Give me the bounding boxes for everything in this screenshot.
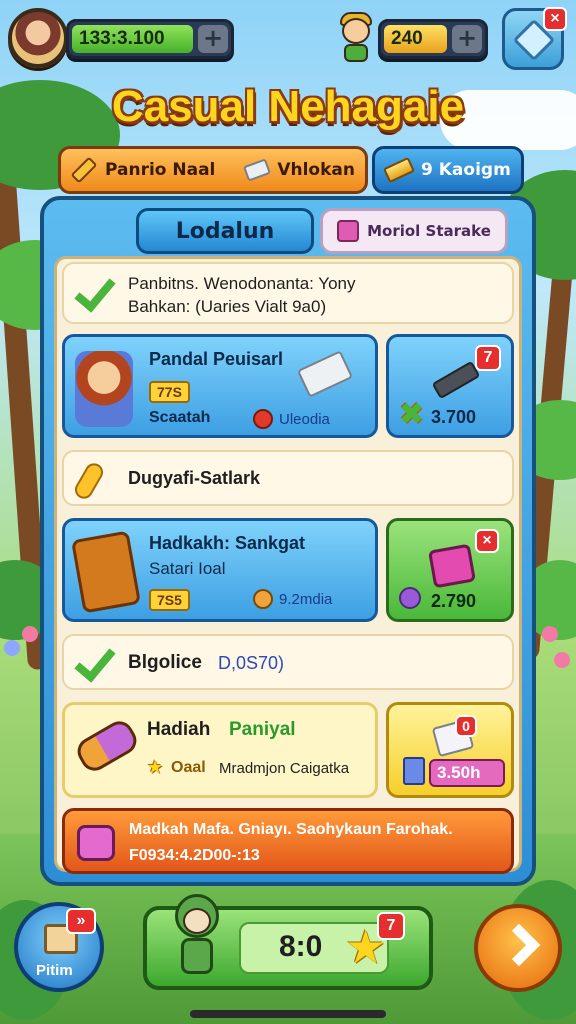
resource-bar-1: 133:3.100 + xyxy=(66,19,234,59)
card1-label: Scaatah xyxy=(149,409,211,426)
apple-icon xyxy=(253,409,273,429)
side-card-3[interactable]: 0 3.50h xyxy=(386,702,514,798)
cross-icon: ✖ xyxy=(399,397,425,432)
card1-title: Pandal Peuisarl xyxy=(149,349,284,369)
notice-row: Panbitns. Wenodonanta: Yony Bahkan: (Uar… xyxy=(62,262,514,324)
heart-icon xyxy=(253,589,273,609)
card3-label-a: Oaal xyxy=(171,759,206,776)
card3-title-a: Hadiah xyxy=(147,719,211,740)
score-panel[interactable]: 8:0 ★ 7 xyxy=(143,894,433,990)
gem-icon xyxy=(399,587,421,609)
next-button[interactable] xyxy=(474,904,562,992)
reward-card-1[interactable]: Pandal Peuisarl 77S Scaatah Uleodia xyxy=(62,334,378,438)
tab-panrio[interactable]: Panrio Naal xyxy=(105,160,237,180)
home-indicator xyxy=(190,1010,386,1018)
side-card-1-badge: 7 xyxy=(475,345,501,371)
arrow-right-icon xyxy=(497,923,541,967)
eraser-icon xyxy=(296,350,354,398)
card2-title: Hadkakh: Sankgat xyxy=(149,533,306,553)
subtab-moriol[interactable]: Moriol Starake xyxy=(320,208,508,254)
resource-bar-2: 240 + xyxy=(378,19,488,59)
card2-sub: 9.2mdia xyxy=(279,591,333,608)
character-icon xyxy=(75,351,133,427)
book-icon xyxy=(71,530,141,614)
section-2-label: Blgolice xyxy=(128,652,202,673)
card2-subtitle: Satari Ioal xyxy=(149,559,226,578)
add-resource-1-button[interactable]: + xyxy=(198,25,228,53)
pencil-icon xyxy=(70,156,98,184)
event-banner[interactable]: Madkah Mafa. Gniayı. Saohykaun Farohak. … xyxy=(62,808,514,874)
card1-chip: 77S xyxy=(149,381,190,403)
section-2-value: D,0S70) xyxy=(218,653,285,673)
score-value: 8:0 xyxy=(279,930,323,963)
gift-box-icon xyxy=(428,543,476,589)
card3-label-b: Mradmjon Caigatka xyxy=(219,760,350,777)
hammer-icon xyxy=(431,360,481,400)
potion-icon xyxy=(72,716,142,776)
section-1-label: Dugyafi-Satlark xyxy=(128,468,261,488)
reward-card-2[interactable]: Hadkakh: Sankgat Satari Ioal 7S5 9.2mdia xyxy=(62,518,378,622)
side-card-3-badge: 0 xyxy=(455,715,477,737)
gem-shop-button[interactable]: × xyxy=(502,7,567,70)
card2-chip: 7S5 xyxy=(149,589,190,611)
side-card-2[interactable]: × 2.790 xyxy=(386,518,514,622)
tab-group-left: Panrio Naal Vhlokan xyxy=(58,146,368,194)
reward-card-3[interactable]: Hadiah Paniyal ★ Oaal Mradmjon Caigatka xyxy=(62,702,378,798)
resource-2-value: 240 xyxy=(391,28,423,49)
close-badge[interactable]: × xyxy=(543,7,567,31)
pitim-badge: » xyxy=(66,908,96,934)
side-card-2-badge: × xyxy=(475,529,499,553)
subtab-lodalun[interactable]: Lodalun xyxy=(136,208,314,254)
eraser-icon xyxy=(243,158,272,182)
resource-1-value: 133:3.100 xyxy=(79,28,165,49)
score-badge: 7 xyxy=(377,912,405,940)
pitim-button[interactable]: Pitim » xyxy=(14,902,104,992)
player-avatar[interactable] xyxy=(8,8,68,68)
card3-title-b: Paniyal xyxy=(229,719,296,740)
chest-icon xyxy=(77,825,115,861)
mascot-icon xyxy=(167,894,227,982)
side-card-2-value: 2.790 xyxy=(431,591,477,611)
tab-kaoigm[interactable]: 9 Kaoigm xyxy=(372,146,524,194)
side-card-1[interactable]: 7 ✖ 3.700 xyxy=(386,334,514,438)
tab-kaoigm-label: 9 Kaoigm xyxy=(421,160,511,180)
subtab-moriol-label: Moriol Starake xyxy=(367,222,491,240)
section-row-1: Dugyafi-Satlark xyxy=(62,450,514,506)
box-icon xyxy=(337,220,360,242)
tab-vhlokan[interactable]: Vhlokan xyxy=(277,160,355,180)
banner-line-2: F0934:4.2D00-:13 xyxy=(129,847,260,864)
banner-line-1: Madkah Mafa. Gniayı. Saohykaun Farohak. xyxy=(129,821,453,838)
game-title: Casual Nehagaie xyxy=(111,82,465,131)
checkmark-icon xyxy=(76,272,116,312)
pitim-label: Pitim xyxy=(36,962,73,979)
top-bar: 133:3.100 + 240 + × xyxy=(6,6,570,70)
hero-icon xyxy=(336,12,376,62)
feather-icon xyxy=(71,460,107,502)
checkmark-icon xyxy=(76,642,116,682)
card1-sub: Uleodia xyxy=(279,411,330,428)
side-card-3-value: 3.50h xyxy=(437,763,481,782)
goldbar-icon xyxy=(382,156,416,184)
section-row-2: Blgolice D,0S70) xyxy=(62,634,514,690)
star-icon: ★ xyxy=(147,757,164,778)
tab-row: Panrio Naal Vhlokan 9 Kaoigm xyxy=(52,146,524,196)
card-icon xyxy=(403,757,425,785)
notice-line-1: Panbitns. Wenodonanta: Yony xyxy=(128,274,356,293)
notice-line-2: Bahkan: (Uaries Vialt 9a0) xyxy=(128,297,327,316)
add-resource-2-button[interactable]: + xyxy=(452,25,482,53)
side-card-1-value: 3.700 xyxy=(431,407,477,427)
